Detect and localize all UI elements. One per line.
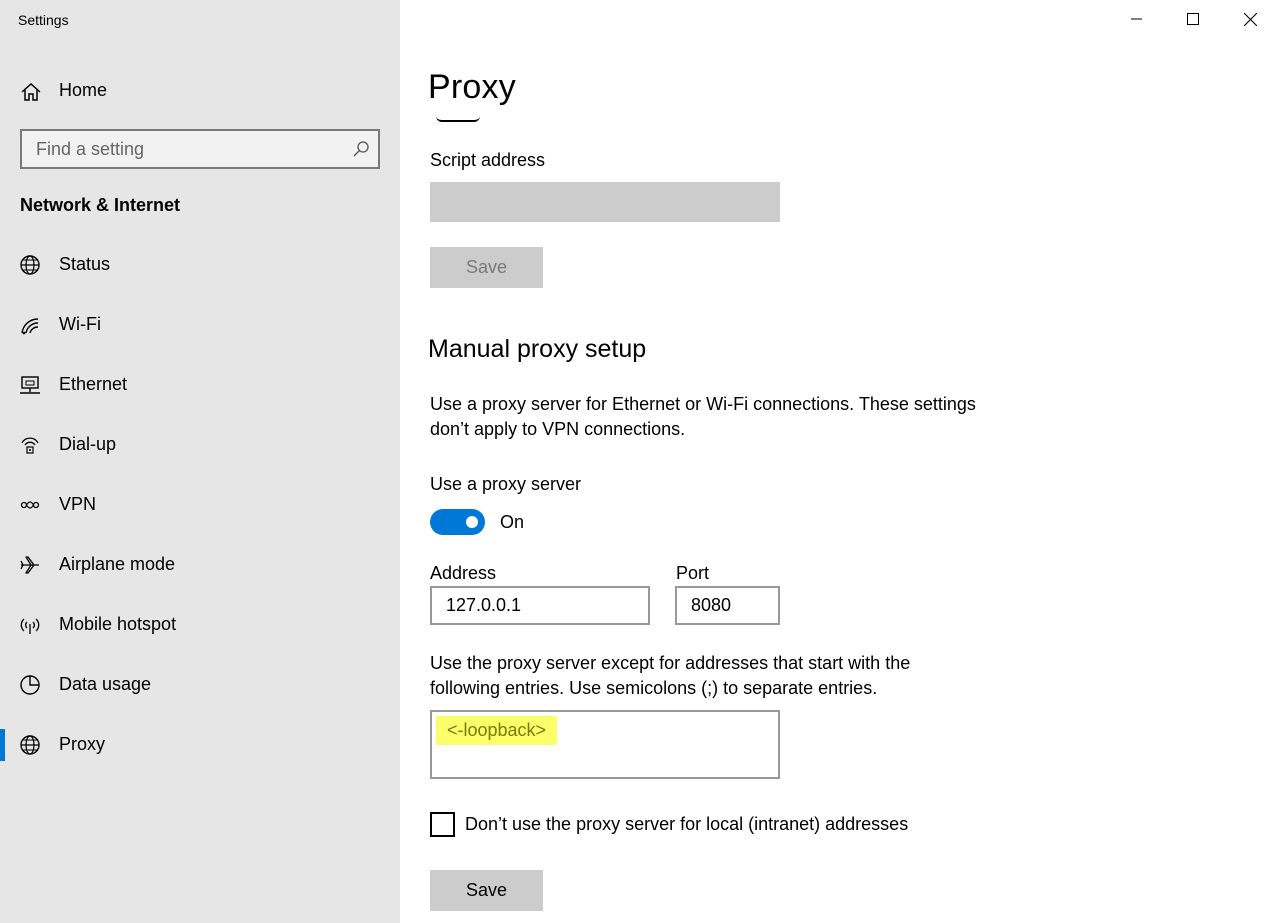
sidebar-item-mobile-hotspot[interactable]: Mobile hotspot (0, 601, 400, 649)
search-input[interactable] (22, 131, 342, 167)
script-address-label: Script address (430, 150, 546, 170)
address-label: Address (430, 563, 497, 583)
globe-icon (20, 735, 40, 755)
exceptions-entry: <-loopback> (436, 716, 558, 745)
sidebar-item-label: Wi-Fi (59, 314, 101, 334)
close-button[interactable] (1227, 0, 1273, 38)
sidebar-item-data-usage[interactable]: Data usage (0, 661, 400, 709)
active-indicator (0, 729, 5, 761)
sidebar: Settings Home Network & Internet Status (0, 0, 400, 923)
nav-home-label: Home (59, 80, 108, 100)
script-address-input[interactable] (430, 182, 780, 222)
exceptions-description-line: Use the proxy server except for addresse… (430, 653, 911, 673)
ethernet-icon (20, 376, 40, 394)
search-icon[interactable] (352, 140, 370, 158)
vpn-icon (20, 501, 40, 509)
minimize-button[interactable] (1114, 0, 1160, 38)
use-proxy-label: Use a proxy server (430, 474, 582, 494)
dialup-icon (21, 437, 39, 454)
sidebar-item-status[interactable]: Status (0, 241, 400, 289)
sidebar-item-label: VPN (59, 494, 97, 514)
nav-home[interactable]: Home (0, 70, 400, 112)
data-usage-icon (20, 675, 40, 695)
save-button[interactable]: Save (430, 870, 543, 911)
address-field[interactable] (430, 586, 650, 625)
wifi-icon (21, 318, 39, 335)
app-title: Settings (18, 12, 69, 28)
page-title: Proxy (428, 68, 516, 106)
sidebar-item-label: Data usage (59, 674, 152, 694)
port-field[interactable] (675, 586, 780, 625)
toggle-knob (466, 516, 478, 528)
sidebar-item-airplane-mode[interactable]: Airplane mode (0, 541, 400, 589)
sidebar-item-label: Ethernet (59, 374, 128, 394)
sidebar-item-proxy[interactable]: Proxy (0, 721, 400, 769)
sidebar-item-label: Status (59, 254, 111, 274)
sidebar-item-vpn[interactable]: VPN (0, 481, 400, 529)
sidebar-item-label: Proxy (59, 734, 106, 754)
use-proxy-state: On (500, 512, 525, 532)
exceptions-description: Use the proxy server except for addresse… (430, 651, 1030, 701)
exceptions-textarea[interactable]: <-loopback> (430, 710, 780, 779)
hotspot-icon (20, 618, 40, 634)
sidebar-item-dialup[interactable]: Dial-up (0, 421, 400, 469)
previous-toggle-edge (436, 116, 480, 122)
port-label: Port (676, 563, 710, 583)
sidebar-item-label: Dial-up (59, 434, 117, 454)
globe-status-icon (20, 255, 40, 275)
port-input[interactable] (677, 588, 778, 623)
maximize-button[interactable] (1170, 0, 1216, 38)
manual-proxy-heading: Manual proxy setup (428, 335, 647, 363)
sidebar-item-label: Mobile hotspot (59, 614, 177, 634)
sidebar-item-label: Airplane mode (59, 554, 176, 574)
local-addresses-label[interactable]: Don’t use the proxy server for local (in… (465, 814, 908, 835)
address-input[interactable] (432, 588, 648, 623)
sidebar-item-ethernet[interactable]: Ethernet (0, 361, 400, 409)
search-box[interactable] (20, 129, 380, 169)
manual-proxy-description: Use a proxy server for Ethernet or Wi-Fi… (430, 392, 1030, 442)
exceptions-description-line: following entries. Use semicolons (;) to… (430, 678, 878, 698)
airplane-icon (20, 556, 39, 574)
minimize-icon (1131, 18, 1142, 20)
script-save-button[interactable]: Save (430, 247, 543, 288)
manual-proxy-description-line: don’t apply to VPN connections. (430, 419, 686, 439)
sidebar-item-wifi[interactable]: Wi-Fi (0, 301, 400, 349)
maximize-icon (1187, 13, 1199, 25)
section-title: Network & Internet (20, 195, 181, 215)
manual-proxy-description-line: Use a proxy server for Ethernet or Wi-Fi… (430, 394, 976, 414)
local-addresses-checkbox[interactable] (430, 812, 455, 837)
close-icon (1243, 12, 1257, 26)
home-icon (21, 82, 41, 101)
use-proxy-toggle[interactable] (430, 509, 485, 535)
